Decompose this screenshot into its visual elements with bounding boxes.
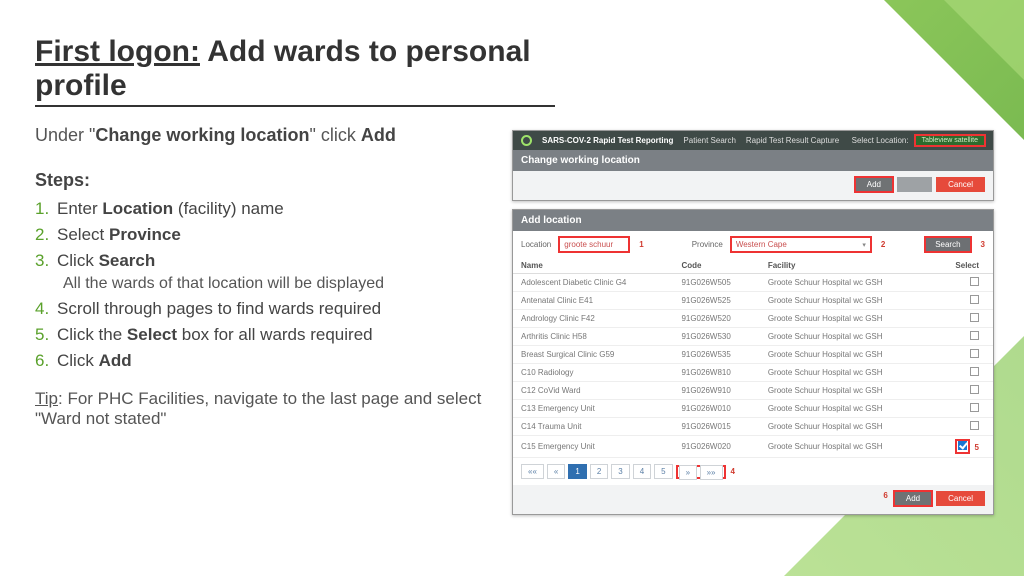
pager-page[interactable]: 2 [590,464,608,479]
select-checkbox[interactable] [970,277,979,286]
pager-page[interactable]: 5 [654,464,672,479]
select-checkbox[interactable] [970,349,979,358]
chevron-down-icon: ▾ [862,241,866,249]
cell-code: 91G026W520 [673,310,759,328]
table-row: C10 Radiology91G026W810Groote Schuur Hos… [513,364,993,382]
cell-facility: Groote Schuur Hospital wc GSH [760,436,933,458]
panel-header: Change working location [513,150,993,171]
cell-facility: Groote Schuur Hospital wc GSH [760,364,933,382]
cell-code: 91G026W010 [673,400,759,418]
table-row: C14 Trauma Unit91G026W015Groote Schuur H… [513,418,993,436]
province-label: Province [692,240,723,249]
nav-link[interactable]: Patient Search [683,136,735,145]
panel-header: Add location [513,210,993,231]
table-row: Antenatal Clinic E4191G026W525Groote Sch… [513,292,993,310]
cell-facility: Groote Schuur Hospital wc GSH [760,382,933,400]
callout-1: 1 [639,240,643,249]
cell-name: C15 Emergency Unit [513,436,673,458]
cell-code: 91G026W535 [673,346,759,364]
subtitle: Under "Change working location" click Ad… [35,125,555,146]
cell-facility: Groote Schuur Hospital wc GSH [760,328,933,346]
cell-code: 91G026W525 [673,292,759,310]
app-logo-icon [521,135,532,146]
cell-code: 91G026W910 [673,382,759,400]
pager-prev[interactable]: « [547,464,565,479]
select-checkbox[interactable] [970,313,979,322]
add-button[interactable]: Add [855,177,893,192]
cell-facility: Groote Schuur Hospital wc GSH [760,310,933,328]
callout-6: 6 [883,491,887,506]
cell-name: Breast Surgical Clinic G59 [513,346,673,364]
cell-code: 91G026W020 [673,436,759,458]
select-checkbox[interactable] [958,441,967,450]
cell-name: Arthritis Clinic H58 [513,328,673,346]
select-checkbox[interactable] [970,331,979,340]
pager-page[interactable]: 3 [611,464,629,479]
select-location-label: Select Location: [852,136,909,145]
pager-next[interactable]: » [679,465,697,480]
nav-link[interactable]: Rapid Test Result Capture [746,136,839,145]
location-chip[interactable]: Tableview satellite [915,135,985,146]
table-row: C13 Emergency Unit91G026W010Groote Schuu… [513,400,993,418]
cell-facility: Groote Schuur Hospital wc GSH [760,418,933,436]
callout-2: 2 [881,240,885,249]
cell-code: 91G026W530 [673,328,759,346]
screenshot-add-location: Add location Location groote schuur 1 Pr… [512,209,994,515]
steps-list: Enter Location (facility) name Select Pr… [35,199,555,371]
wards-table: Name Code Facility Select Adolescent Dia… [513,258,993,458]
app-brand: SARS-COV-2 Rapid Test Reporting [542,136,673,145]
table-row: Andrology Clinic F4291G026W520Groote Sch… [513,310,993,328]
province-select[interactable]: Western Cape▾ [731,237,871,252]
cell-facility: Groote Schuur Hospital wc GSH [760,346,933,364]
disabled-button [897,177,932,192]
add-button[interactable]: Add [894,491,932,506]
pager-last[interactable]: »» [700,465,723,480]
select-checkbox[interactable] [970,385,979,394]
steps-heading: Steps: [35,170,555,191]
col-name: Name [513,258,673,274]
pager-page[interactable]: 1 [568,464,586,479]
cell-name: Andrology Clinic F42 [513,310,673,328]
col-select: Select [933,258,993,274]
table-row: Breast Surgical Clinic G5991G026W535Groo… [513,346,993,364]
callout-3: 3 [981,240,985,249]
cell-name: C13 Emergency Unit [513,400,673,418]
cell-facility: Groote Schuur Hospital wc GSH [760,400,933,418]
select-checkbox[interactable] [970,367,979,376]
location-label: Location [521,240,551,249]
pager-page[interactable]: 4 [633,464,651,479]
col-code: Code [673,258,759,274]
cell-code: 91G026W810 [673,364,759,382]
cell-name: Adolescent Diabetic Clinic G4 [513,274,673,292]
pager-first[interactable]: «« [521,464,544,479]
search-button[interactable]: Search [925,237,970,252]
select-checkbox[interactable] [970,421,979,430]
callout-4: 4 [731,467,735,476]
screenshot-change-location: SARS-COV-2 Rapid Test Reporting Patient … [512,130,994,201]
table-row: Arthritis Clinic H5891G026W530Groote Sch… [513,328,993,346]
cell-name: C12 CoVid Ward [513,382,673,400]
cell-name: C14 Trauma Unit [513,418,673,436]
location-input[interactable]: groote schuur [559,237,629,252]
table-row: C12 CoVid Ward91G026W910Groote Schuur Ho… [513,382,993,400]
cell-code: 91G026W505 [673,274,759,292]
page-title: First logon: Add wards to personal profi… [35,35,555,107]
table-row: Adolescent Diabetic Clinic G491G026W505G… [513,274,993,292]
cancel-button[interactable]: Cancel [936,177,985,192]
cell-name: Antenatal Clinic E41 [513,292,673,310]
col-facility: Facility [760,258,933,274]
select-checkbox[interactable] [970,295,979,304]
callout-5: 5 [975,443,979,452]
pager-next-group: » »» [676,465,726,479]
cell-facility: Groote Schuur Hospital wc GSH [760,274,933,292]
table-row: C15 Emergency Unit91G026W020Groote Schuu… [513,436,993,458]
pager: «« « 1 2 3 4 5 » »» 4 [513,458,993,485]
cancel-button[interactable]: Cancel [936,491,985,506]
select-checkbox[interactable] [970,403,979,412]
cell-facility: Groote Schuur Hospital wc GSH [760,292,933,310]
cell-name: C10 Radiology [513,364,673,382]
cell-code: 91G026W015 [673,418,759,436]
tip-text: Tip: For PHC Facilities, navigate to the… [35,389,495,429]
